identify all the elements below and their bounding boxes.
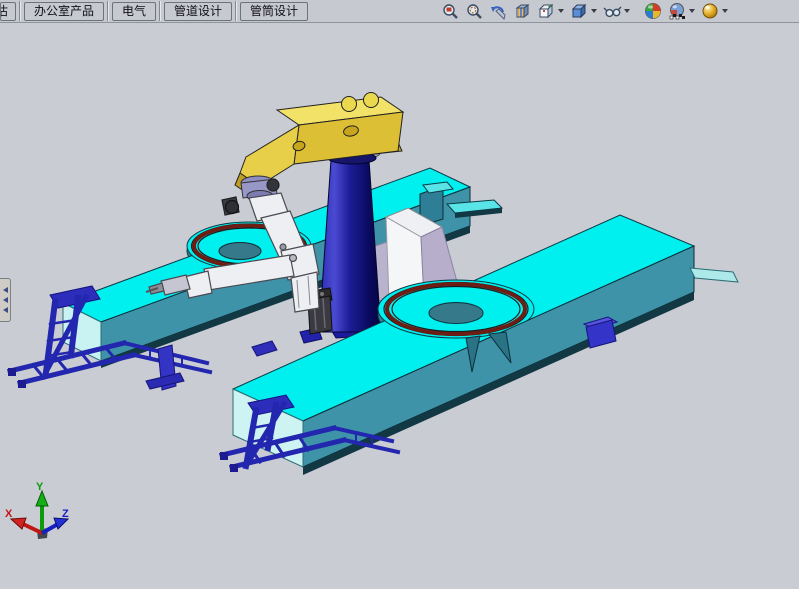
tab-office-products[interactable]: 办公室产品 [24, 2, 104, 21]
zoom-to-area-icon[interactable] [463, 1, 485, 21]
section-view-icon[interactable] [511, 1, 533, 21]
chevron-left-icon [3, 287, 8, 293]
commandmanager-tabs: 估 办公室产品 电气 管道设计 管筒设计 [0, 0, 310, 22]
apply-scene-icon[interactable] [666, 1, 688, 21]
hide-show-items-dropdown[interactable] [624, 9, 630, 13]
tab-separator [235, 1, 237, 21]
apply-scene-dropdown[interactable] [689, 9, 695, 13]
support-block-left[interactable] [146, 345, 184, 390]
tab-clipped[interactable]: 估 [0, 2, 16, 21]
view-orientation-dropdown[interactable] [558, 9, 564, 13]
display-style-icon[interactable] [568, 1, 590, 21]
view-settings-dropdown[interactable] [722, 9, 728, 13]
tab-separator [107, 1, 109, 21]
cad-window: { "tab_bar": { "partial_tab_label": "估",… [0, 0, 799, 589]
previous-view-icon[interactable] [487, 1, 509, 21]
model-viewport[interactable]: X Y Z [0, 0, 799, 589]
tab-electrical[interactable]: 电气 [112, 2, 156, 21]
triad-z-label: Z [62, 508, 69, 520]
reference-triad: X Y Z [5, 481, 69, 539]
edit-appearance-icon[interactable] [642, 1, 664, 21]
triad-y-label: Y [36, 481, 44, 493]
view-orientation-icon[interactable] [535, 1, 557, 21]
tab-separator [159, 1, 161, 21]
tab-piping-design[interactable]: 管道设计 [164, 2, 232, 21]
view-settings-icon[interactable] [699, 1, 721, 21]
top-toolbar: 估 办公室产品 电气 管道设计 管筒设计 [0, 0, 799, 23]
feature-tree-expand-tab[interactable] [0, 278, 11, 322]
chevron-left-icon [3, 307, 8, 313]
zoom-to-fit-icon[interactable] [439, 1, 461, 21]
tab-tube-design[interactable]: 管筒设计 [240, 2, 308, 21]
chevron-left-icon [3, 297, 8, 303]
triad-x-label: X [5, 508, 13, 520]
display-style-dropdown[interactable] [591, 9, 597, 13]
support-block-mid[interactable] [252, 341, 277, 356]
heads-up-view-toolbar [438, 1, 731, 21]
hide-show-items-icon[interactable] [601, 1, 623, 21]
tab-separator [19, 1, 21, 21]
